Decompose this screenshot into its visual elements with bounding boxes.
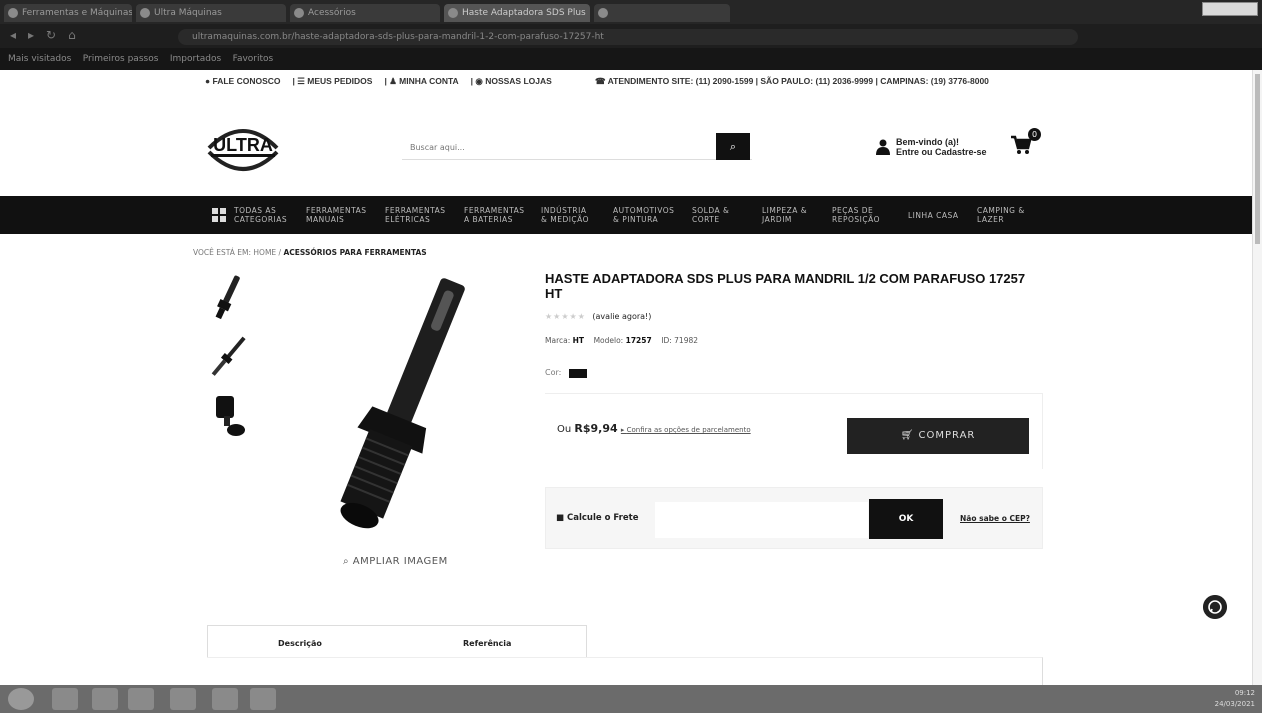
orders-link[interactable]: ☰ MEUS PEDIDOS [297, 76, 378, 86]
browser-nav-buttons[interactable]: ◂▸↻⌂ [10, 28, 88, 42]
browser-tab[interactable]: Acessórios [290, 4, 440, 22]
category-item[interactable]: INDÚSTRIA & MEDIÇÃO [541, 206, 589, 224]
zoom-icon: ⌕ [343, 556, 350, 567]
truck-icon: ■ [556, 513, 565, 523]
browser-tab[interactable]: Ultra Máquinas [136, 4, 286, 22]
browser-taskbar-icon[interactable] [52, 688, 78, 710]
category-item[interactable]: LIMPEZA & JARDIM [762, 206, 807, 224]
stores-link[interactable]: ◉ NOSSAS LOJAS [475, 76, 557, 86]
page-scrollbar[interactable] [1252, 70, 1262, 685]
freight-ok-button[interactable]: OK [869, 499, 943, 539]
rate-now-link[interactable]: (avalie agora!) [592, 312, 651, 321]
explorer-taskbar-icon[interactable] [92, 688, 118, 710]
top-info-bar: ● FALE CONOSCO | ☰ MEUS PEDIDOS | ♟ MINHA … [205, 76, 1045, 90]
cep-input[interactable] [655, 502, 868, 538]
cart-count-badge: 0 [1028, 128, 1041, 141]
category-item[interactable]: LINHA CASA [908, 211, 959, 220]
app-taskbar-icon[interactable] [250, 688, 276, 710]
bookmark[interactable]: Favoritos [233, 54, 274, 64]
category-item[interactable]: FERRAMENTAS ELÉTRICAS [385, 206, 446, 224]
zoom-image-link[interactable]: ⌕ AMPLIAR IMAGEM [343, 556, 448, 567]
product-thumbnail[interactable] [206, 390, 250, 440]
cart-icon: 🛒︎ [900, 430, 915, 441]
bookmark[interactable]: Importados [170, 54, 221, 64]
whatsapp-icon[interactable] [1203, 595, 1227, 619]
media-taskbar-icon[interactable] [128, 688, 154, 710]
app-taskbar-icon[interactable] [212, 688, 238, 710]
support-phones: ☎ ATENDIMENTO SITE: (11) 2090-1599 | SÃO… [595, 76, 989, 86]
clock-date: 24/03/2021 [1214, 700, 1255, 708]
browser-tab[interactable] [594, 4, 730, 22]
start-button[interactable] [8, 688, 34, 710]
product-price: Ou R$9,94 ▸ Confira as opções de parcela… [557, 422, 751, 435]
grid-icon [212, 208, 226, 222]
tab-reference[interactable]: Referência [463, 639, 511, 648]
freight-label: ■ Calcule o Frete [556, 513, 639, 523]
category-all[interactable]: TODAS AS CATEGORIAS [234, 206, 287, 224]
clock-time: 09:12 [1234, 689, 1255, 697]
product-tabs [207, 625, 587, 657]
category-item[interactable]: FERRAMENTAS A BATERIAS [464, 206, 525, 224]
breadcrumb: VOCÊ ESTÁ EM: HOME / ACESSÓRIOS PARA FER… [193, 248, 427, 257]
favicon-icon [8, 8, 18, 18]
search-bar [402, 134, 752, 160]
bookmark[interactable]: Primeiros passos [83, 54, 159, 64]
category-item[interactable]: FERRAMENTAS MANUAIS [306, 206, 367, 224]
bookmark[interactable]: Mais visitados [8, 54, 71, 64]
color-label: Cor: [545, 368, 562, 377]
installments-link[interactable]: ▸ Confira as opções de parcelamento [621, 426, 751, 434]
tab-content [207, 657, 1043, 685]
product-thumbnail[interactable] [206, 272, 250, 322]
search-input[interactable] [402, 134, 712, 160]
category-item[interactable]: AUTOMOTIVOS & PINTURA [613, 206, 674, 224]
rating-stars[interactable]: ★★★★★ [545, 312, 586, 321]
product-meta: Marca: HT Modelo: 17257 ID: 71982 [545, 336, 699, 345]
category-item[interactable]: CAMPING & LAZER [977, 206, 1025, 224]
color-swatch[interactable] [569, 369, 587, 378]
search-icon: ⌕ [729, 140, 737, 153]
category-item[interactable]: PEÇAS DE REPOSIÇÃO [832, 206, 880, 224]
window-controls[interactable] [1202, 2, 1258, 16]
browser-tab-active[interactable]: Haste Adaptadora SDS Plus [444, 4, 590, 22]
scrollbar-thumb[interactable] [1255, 74, 1260, 244]
product-thumbnail[interactable] [206, 332, 250, 382]
search-button[interactable]: ⌕ [716, 133, 750, 160]
tab-description[interactable]: Descrição [278, 639, 322, 648]
account-area[interactable]: Bem-vindo (a)! Entre ou Cadastre-se [876, 137, 996, 159]
favicon-icon [140, 8, 150, 18]
system-tray[interactable]: 09:12 24/03/2021 [1125, 688, 1259, 710]
category-item[interactable]: SOLDA & CORTE [692, 206, 729, 224]
favicon-icon [598, 8, 608, 18]
welcome-text: Bem-vindo (a)! [896, 137, 959, 147]
browser-tabbar: Ferramentas e Máquinas Ultra Máquinas Ac… [0, 0, 1262, 24]
breadcrumb-home[interactable]: VOCÊ ESTÁ EM: HOME / [193, 248, 281, 257]
account-link[interactable]: ♟ MINHA CONTA [389, 76, 464, 86]
login-link[interactable]: Entre ou Cadastre-se [896, 147, 987, 157]
logo-text: ULTRA [213, 135, 273, 155]
site-logo[interactable]: ULTRA [203, 118, 283, 180]
cep-help-link[interactable]: Não sabe o CEP? [960, 514, 1030, 523]
address-bar[interactable]: ultramaquinas.com.br/haste-adaptadora-sd… [178, 29, 1078, 45]
user-icon [876, 139, 890, 155]
favicon-icon [294, 8, 304, 18]
buy-button[interactable]: 🛒︎ COMPRAR [847, 418, 1029, 454]
breadcrumb-current[interactable]: ACESSÓRIOS PARA FERRAMENTAS [283, 248, 426, 257]
product-main-image[interactable] [288, 268, 518, 548]
product-title: HASTE ADAPTADORA SDS PLUS PARA MANDRIL 1… [545, 271, 1026, 301]
favicon-icon [448, 8, 458, 18]
bookmarks-bar: Mais visitados Primeiros passos Importad… [0, 48, 1262, 70]
browser-tab[interactable]: Ferramentas e Máquinas [4, 4, 132, 22]
product-rating: ★★★★★ (avalie agora!) [545, 312, 651, 321]
contact-link[interactable]: ● FALE CONOSCO [205, 76, 287, 86]
app-taskbar-icon[interactable] [170, 688, 196, 710]
